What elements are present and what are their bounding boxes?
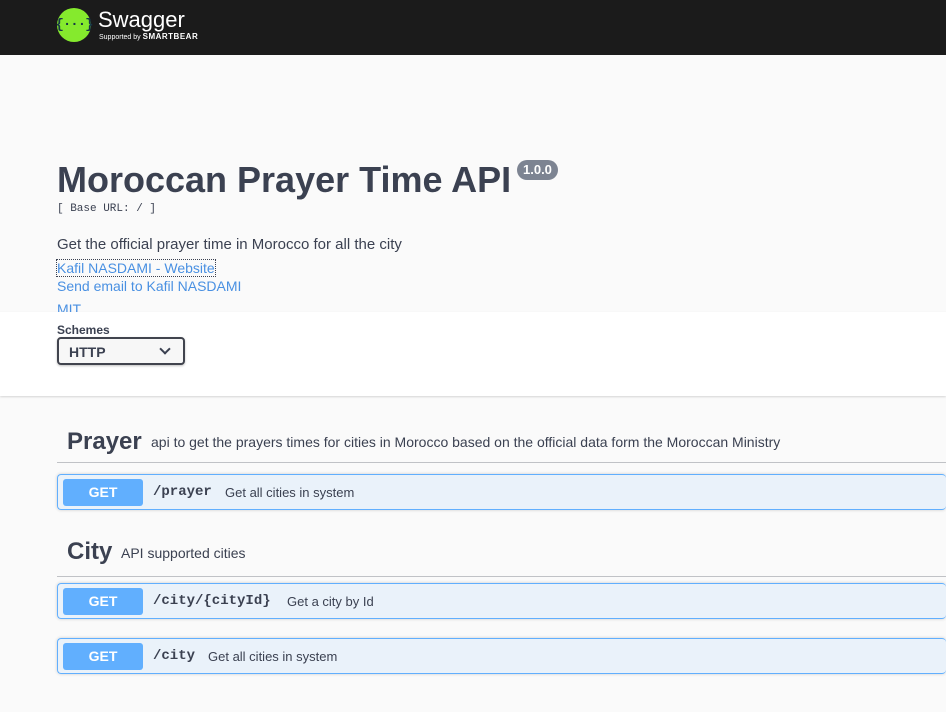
base-url: [ Base URL: / ] (57, 203, 157, 215)
tag-header-city[interactable]: City API supported cities (57, 538, 946, 577)
operation-path: /city (153, 648, 196, 664)
operation-get-city-by-id[interactable]: GET /city/{cityId} Get a city by Id (57, 583, 946, 619)
tag-name: Prayer (67, 428, 142, 455)
operation-path: /prayer (153, 484, 212, 500)
schemes-label: Schemes (57, 323, 110, 337)
swagger-logo[interactable]: {···} Swagger Supported by SMARTBEAR (55, 5, 218, 45)
supported-brand: SMARTBEAR (142, 32, 199, 41)
swagger-logo-icon: {···} (55, 8, 94, 42)
logo-text: Swagger Supported by SMARTBEAR (98, 5, 218, 45)
website-link[interactable]: Kafil NASDAMI - Website (56, 259, 216, 277)
version-badge: 1.0.0 (517, 160, 558, 180)
tag-description: API supported cities (121, 545, 246, 561)
operation-summary: Get a city by Id (287, 594, 374, 609)
operation-path: /city/{cityId} (153, 593, 271, 609)
topbar: {···} Swagger Supported by SMARTBEAR (0, 0, 946, 55)
brand-name: Swagger (98, 7, 185, 32)
method-badge: GET (63, 588, 143, 615)
operation-get-prayer[interactable]: GET /prayer Get all cities in system (57, 474, 946, 510)
operation-summary: Get all cities in system (208, 649, 338, 664)
operation-get-city[interactable]: GET /city Get all cities in system (57, 638, 946, 674)
tag-name: City (67, 538, 113, 565)
page-title: Moroccan Prayer Time API (57, 159, 512, 200)
api-description: Get the official prayer time in Morocco … (57, 236, 402, 253)
info-section: Moroccan Prayer Time API 1.0.0 [ Base UR… (0, 55, 946, 317)
supported-prefix: Supported by (99, 34, 141, 41)
method-badge: GET (63, 643, 143, 670)
chevron-down-icon (159, 343, 171, 355)
tag-header-prayer[interactable]: Prayer api to get the prayers times for … (57, 424, 946, 463)
logo-glyph: {···} (55, 17, 94, 33)
schemes-container: Schemes HTTP (0, 312, 946, 396)
schemes-selected-value: HTTP (69, 344, 106, 360)
method-badge: GET (63, 479, 143, 506)
schemes-select[interactable]: HTTP (57, 337, 185, 365)
tag-description: api to get the prayers times for cities … (151, 434, 781, 450)
email-link[interactable]: Send email to Kafil NASDAMI (57, 278, 241, 294)
operation-summary: Get all cities in system (225, 485, 355, 500)
supported-by: Supported by SMARTBEAR (99, 32, 198, 41)
